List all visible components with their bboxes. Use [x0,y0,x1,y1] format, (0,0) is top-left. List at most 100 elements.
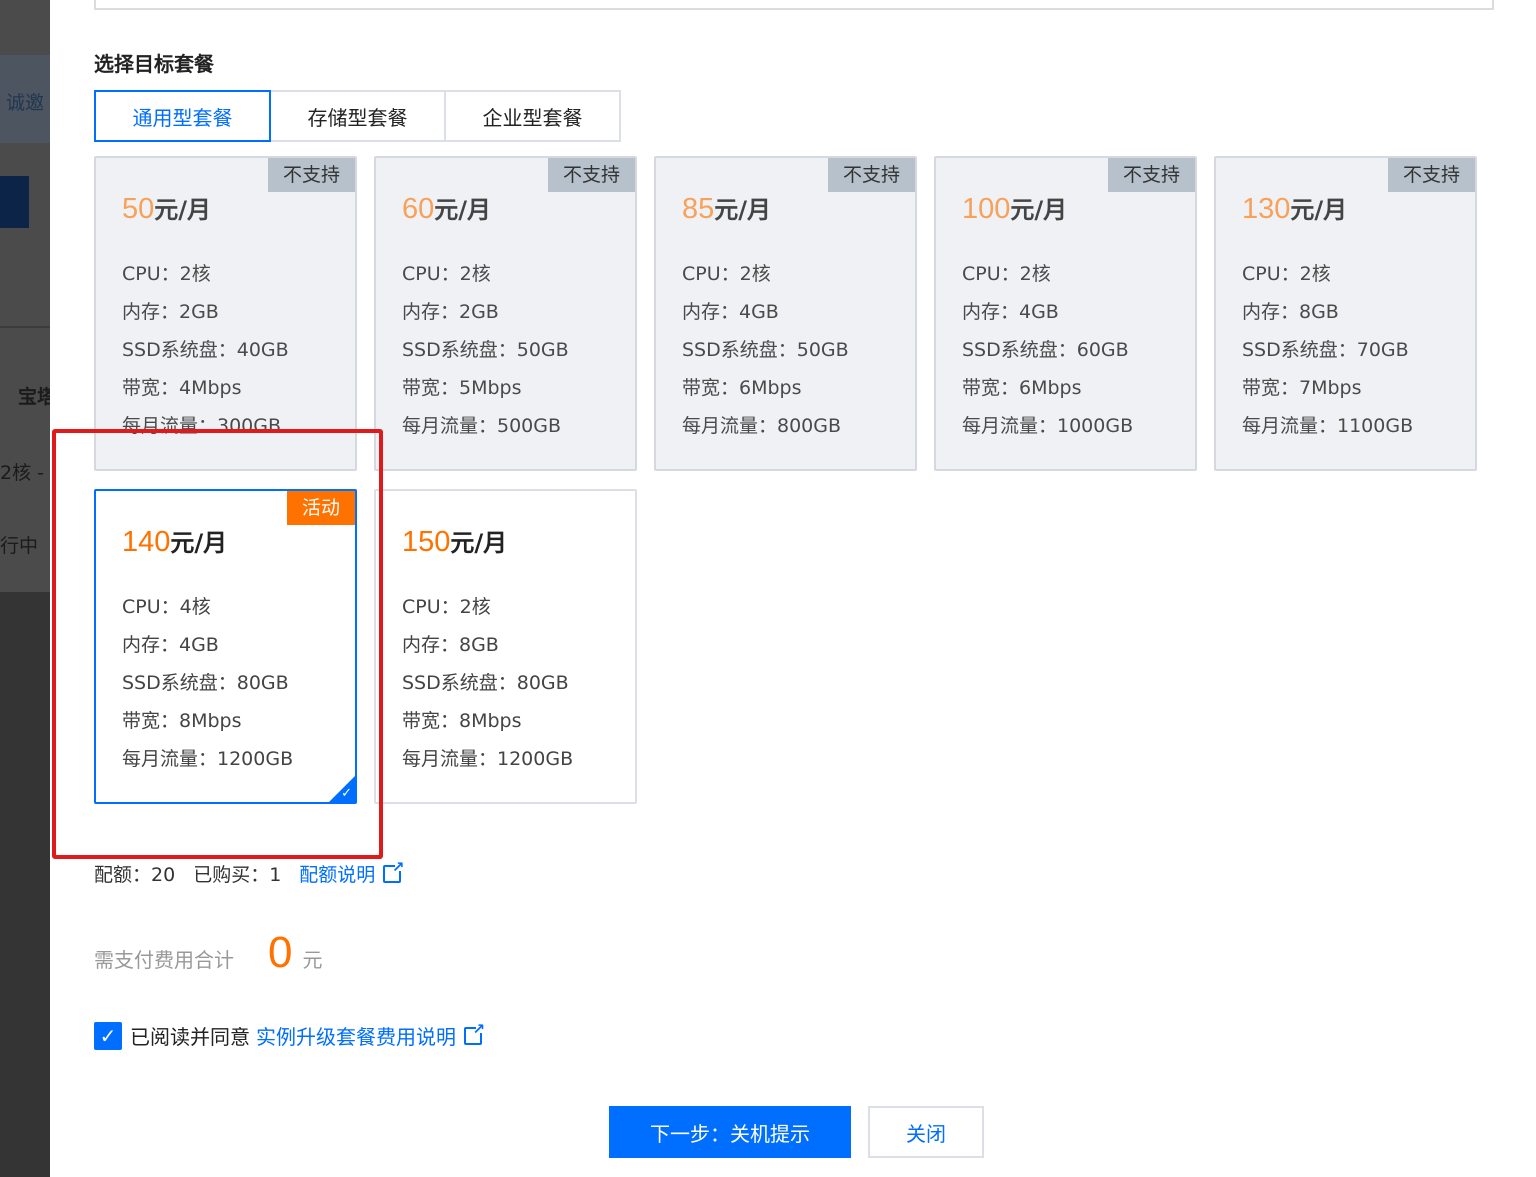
plan-spec-line: CPU：2核 [402,596,491,618]
plan-price-unit: 元/月 [450,529,508,557]
plan-price-unit: 元/月 [714,196,772,224]
plan-card[interactable]: 150元/月 CPU：2核 内存：8GB SSD系统盘：80GB 带宽：8Mbps 每月流… [374,489,637,804]
plan-badge: 不支持 [1387,158,1475,192]
plan-price: 60元/月 [402,190,491,226]
upgrade-plan-dialog: 选择目标套餐 通用型套餐 存储型套餐 企业型套餐 不支持 50元/月 CPU：2核内… [50,0,1536,1177]
plan-spec-line: 带宽：6Mbps [682,377,802,399]
plan-spec-line: SSD系统盘：50GB [682,339,849,361]
background-divider [0,326,50,328]
plan-price-amount: 150 [402,526,451,558]
plan-price-unit: 元/月 [170,529,228,557]
plan-spec-line: 带宽：6Mbps [962,377,1082,399]
quota-explanation-link[interactable]: 配额说明 [299,860,375,887]
plan-specs: CPU：2核 内存：8GB SSD系统盘：70GB 带宽：7Mbps 每月流量：1100… [1242,255,1413,445]
plan-price-unit: 元/月 [1290,196,1348,224]
close-button[interactable]: 关闭 [868,1106,984,1158]
total-cost-currency: 元 [302,948,323,972]
plan-spec-line: CPU：2核 [122,263,211,285]
plan-spec-line: 内存：8GB [402,634,499,656]
plan-specs: CPU：2核 内存：2GB SSD系统盘：40GB 带宽：4Mbps 每月流量：300G… [122,255,289,445]
plan-spec-line: 每月流量：500GB [402,415,562,437]
background-text: 行中 [0,535,39,557]
plan-price-amount: 60 [402,193,435,225]
plan-spec-line: 内存：8GB [1242,301,1339,323]
plan-specs: CPU：2核 内存：4GB SSD系统盘：50GB 带宽：6Mbps 每月流量：800G… [682,255,849,445]
plan-price-amount: 50 [122,193,155,225]
background-overlay: 诚邀 宝塔 2核 - 行中 [0,0,50,1177]
plan-spec-line: SSD系统盘：80GB [402,672,569,694]
plan-price-amount: 85 [682,193,715,225]
plan-badge: 活动 [286,491,355,525]
plan-spec-line: 带宽：5Mbps [402,377,522,399]
plan-spec-line: SSD系统盘：70GB [1242,339,1409,361]
plan-spec-line: SSD系统盘：50GB [402,339,569,361]
plan-price: 140元/月 [122,523,227,559]
plan-spec-line: 内存：4GB [122,634,219,656]
plan-price-unit: 元/月 [154,196,212,224]
background-button [0,176,29,228]
plan-card: 不支持 130元/月 CPU：2核 内存：8GB SSD系统盘：70GB 带宽：7Mbps… [1214,156,1477,471]
quota-info: 配额：20 已购买：1 配额说明 [94,858,404,887]
plan-card: 不支持 100元/月 CPU：2核 内存：4GB SSD系统盘：60GB 带宽：6Mbps… [934,156,1197,471]
total-cost: 需支付费用合计 0 元 [94,928,322,978]
plan-price: 50元/月 [122,190,211,226]
background-text: 诚邀 [6,92,45,114]
plan-specs: CPU：2核 内存：8GB SSD系统盘：80GB 带宽：8Mbps 每月流量：1200… [402,588,573,778]
total-cost-amount: 0 [268,928,293,977]
fee-explanation-link[interactable]: 实例升级套餐费用说明 [256,1021,456,1050]
plan-spec-line: 带宽：8Mbps [402,710,522,732]
plan-spec-line: 带宽：8Mbps [122,710,242,732]
plan-spec-line: 每月流量：1200GB [402,748,574,770]
plan-price-amount: 130 [1242,193,1291,225]
plan-spec-line: 带宽：7Mbps [1242,377,1362,399]
section-title: 选择目标套餐 [94,52,214,76]
plan-spec-line: 每月流量：800GB [682,415,842,437]
tab-general-plan[interactable]: 通用型套餐 [94,90,271,142]
plan-spec-line: CPU：2核 [402,263,491,285]
plan-badge: 不支持 [267,158,355,192]
plan-specs: CPU：4核 内存：4GB SSD系统盘：80GB 带宽：8Mbps 每月流量：1200… [122,588,293,778]
plan-price: 150元/月 [402,523,507,559]
plan-badge: 不支持 [827,158,915,192]
plan-spec-line: 带宽：4Mbps [122,377,242,399]
plan-badge: 不支持 [547,158,635,192]
plan-type-tabs: 通用型套餐 存储型套餐 企业型套餐 [94,90,621,142]
plan-spec-line: 每月流量：1200GB [122,748,294,770]
plan-spec-line: 每月流量：1100GB [1242,415,1414,437]
external-link-icon[interactable] [464,1020,485,1045]
plan-price-unit: 元/月 [434,196,492,224]
plan-spec-line: 每月流量：1000GB [962,415,1134,437]
plan-spec-line: CPU：2核 [682,263,771,285]
agreement-row: ✓ 已阅读并同意 实例升级套餐费用说明 [94,1020,485,1050]
plan-spec-line: SSD系统盘：40GB [122,339,289,361]
purchased-count: 已购买：1 [193,864,282,886]
background-text: 2核 - [0,462,44,484]
plan-price-amount: 100 [962,193,1011,225]
plan-specs: CPU：2核 内存：2GB SSD系统盘：50GB 带宽：5Mbps 每月流量：500G… [402,255,569,445]
plan-spec-line: CPU：2核 [1242,263,1331,285]
quota-count: 配额：20 [94,864,176,886]
tab-enterprise-plan[interactable]: 企业型套餐 [444,90,621,142]
agreement-text: 已阅读并同意 [130,1025,250,1049]
plan-spec-line: CPU：4核 [122,596,211,618]
checkmark-icon: ✓ [341,786,352,801]
agreement-checkbox[interactable]: ✓ [94,1021,122,1050]
plan-card[interactable]: 活动 140元/月 CPU：4核 内存：4GB SSD系统盘：80GB 带宽：8Mbps 每… [94,489,357,804]
next-step-button[interactable]: 下一步：关机提示 [609,1106,851,1158]
plan-price: 100元/月 [962,190,1067,226]
plan-specs: CPU：2核 内存：4GB SSD系统盘：60GB 带宽：6Mbps 每月流量：1000… [962,255,1133,445]
tab-storage-plan[interactable]: 存储型套餐 [269,90,446,142]
plan-spec-line: 内存：2GB [122,301,219,323]
external-link-icon[interactable] [383,858,404,883]
plan-spec-line: 每月流量：300GB [122,415,282,437]
previous-section-box [94,0,1494,10]
plan-spec-line: 内存：4GB [962,301,1059,323]
plan-price: 130元/月 [1242,190,1347,226]
plan-spec-line: 内存：2GB [402,301,499,323]
plan-card: 不支持 85元/月 CPU：2核 内存：4GB SSD系统盘：50GB 带宽：6Mbps 每… [654,156,917,471]
plan-spec-line: CPU：2核 [962,263,1051,285]
background-text: 宝塔 [18,386,50,408]
plan-card: 不支持 60元/月 CPU：2核 内存：2GB SSD系统盘：50GB 带宽：5Mbps 每… [374,156,637,471]
plan-card: 不支持 50元/月 CPU：2核 内存：2GB SSD系统盘：40GB 带宽：4Mbps 每… [94,156,357,471]
total-cost-label: 需支付费用合计 [94,948,234,972]
